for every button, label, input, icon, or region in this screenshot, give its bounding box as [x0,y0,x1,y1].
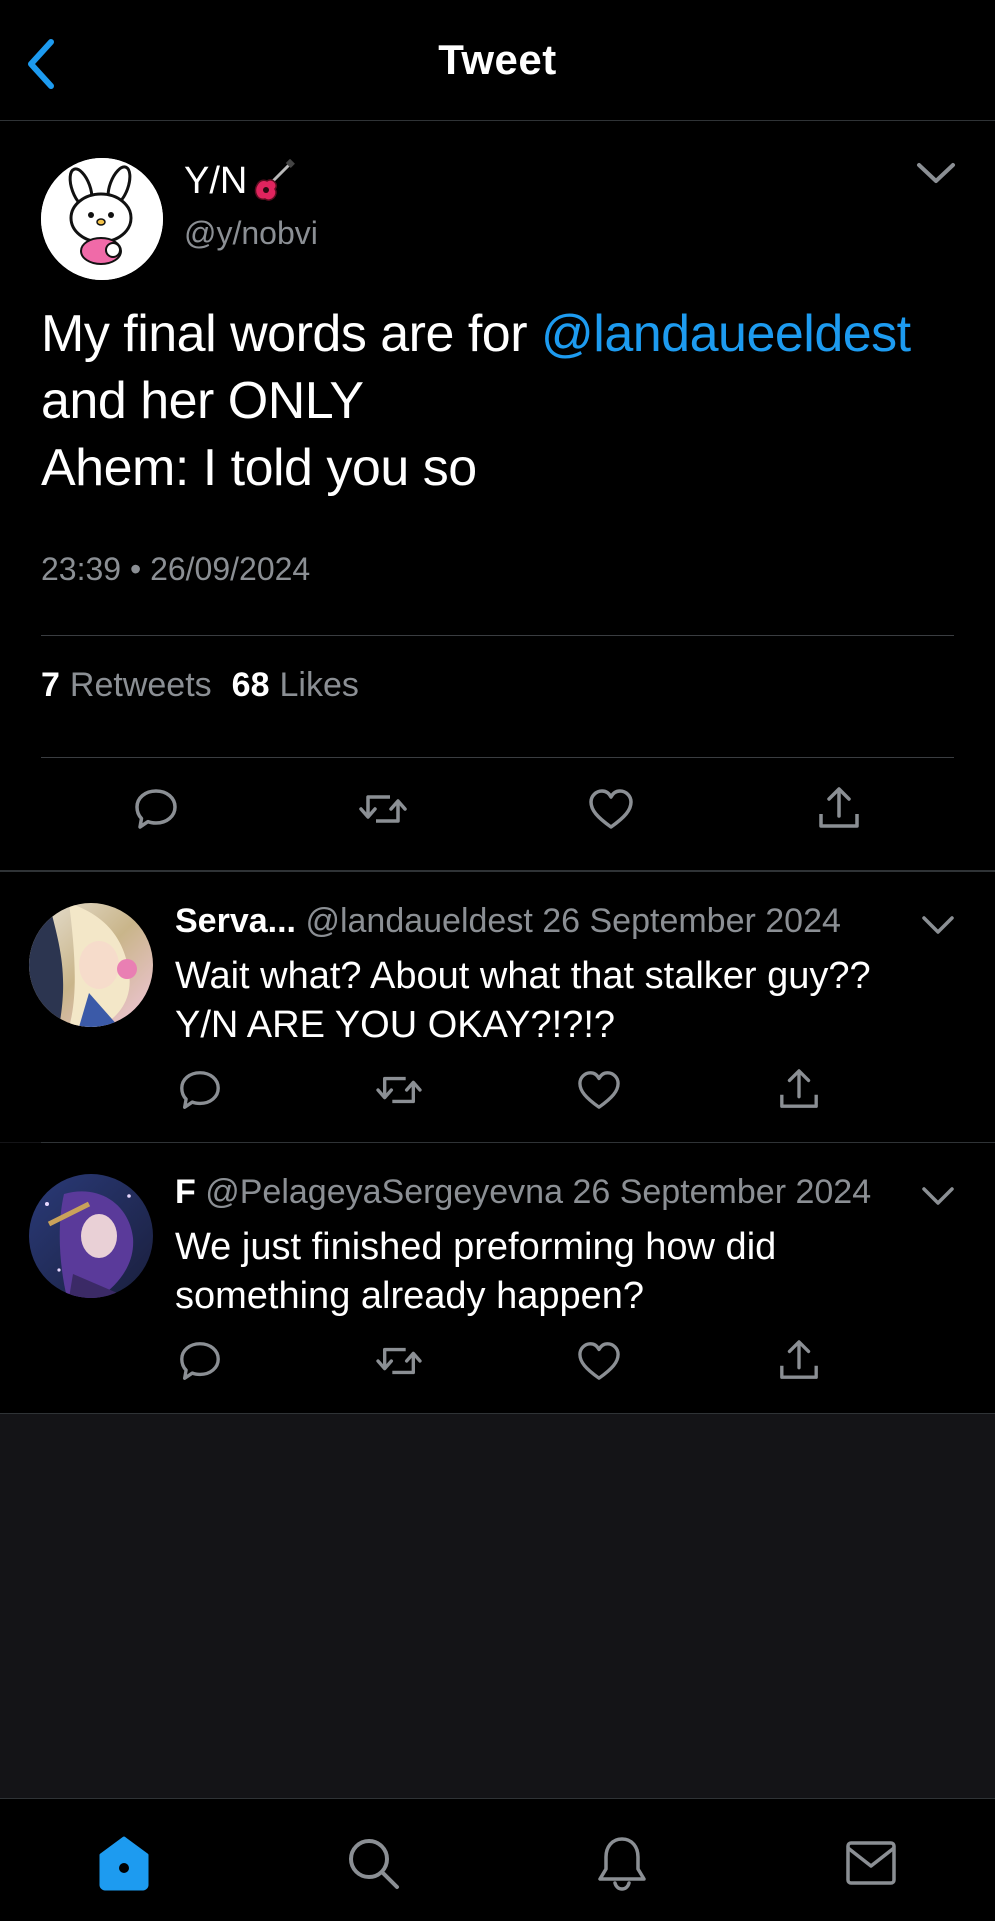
reply-meta: Serva... @landaueldest 26 September 2024 [175,902,965,941]
more-options-button[interactable] [912,153,960,193]
bell-icon [598,1837,646,1891]
reply-author-handle[interactable]: @landaueldest [305,902,532,940]
chevron-down-icon [917,163,955,183]
share-button[interactable] [773,1335,825,1387]
divider [41,757,954,758]
retweet-button[interactable] [373,1064,425,1116]
like-button[interactable] [573,1335,625,1387]
tweet-action-bar [0,771,995,841]
share-button[interactable] [773,1064,825,1116]
share-button[interactable] [811,781,867,837]
retweet-icon [376,1347,422,1375]
retweet-icon [376,1076,422,1104]
reply-text: We just finished preforming how did some… [175,1223,965,1321]
main-tweet: Y/N @y/nobvi My final words are for @lan… [0,121,995,872]
tweet-stats: 7 Retweets 68 Likes [41,666,359,705]
reply-meta: F @PelageyaSergeyevna 26 September 2024 [175,1173,965,1212]
author-handle[interactable]: @y/nobvi [184,215,318,252]
retweet-button[interactable] [355,781,411,837]
nav-messages[interactable] [841,1833,901,1893]
reply-button[interactable] [174,1335,226,1387]
nav-notifications[interactable] [592,1833,652,1893]
avatar-image [29,1174,153,1298]
guitar-emoji-icon [255,159,296,201]
retweets-stat[interactable]: 7 Retweets [41,666,212,705]
reply-text-line-2: Y/N ARE YOU OKAY?!?!? [175,1004,616,1046]
reply-text-line-1: Wait what? About what that stalker guy?? [175,955,871,997]
tweet-text-line-3: Ahem: I told you so [41,439,477,497]
author-name[interactable]: Y/N [184,159,296,203]
reply-author-handle[interactable]: @PelageyaSergeyevna [205,1173,563,1211]
retweets-count: 7 [41,666,60,704]
page-title: Tweet [438,36,557,83]
heart-icon [578,1342,620,1380]
tweet-text-line-2: and her ONLY [41,372,364,430]
reply-text: Wait what? About what that stalker guy??… [175,952,965,1050]
retweet-icon [359,795,407,823]
speech-bubble-icon [180,1071,220,1109]
reply-date: 26 September 2024 [542,902,841,940]
share-icon [819,787,859,828]
search-icon [349,1839,399,1889]
home-icon [99,1836,149,1891]
bottom-nav [0,1798,995,1921]
reply-author-name[interactable]: Serva... [175,902,296,940]
reply-date: 26 September 2024 [572,1173,872,1211]
more-options-button[interactable] [917,907,959,943]
share-icon [780,1340,818,1379]
divider [41,635,954,636]
nav-home[interactable] [94,1833,154,1893]
chevron-down-icon [922,916,954,934]
avatar-image [41,158,163,280]
avatar[interactable] [41,158,163,280]
likes-stat[interactable]: 68 Likes [232,666,359,705]
likes-count: 68 [231,666,270,704]
tweet-text: My final words are for @landaueeldest an… [41,301,961,502]
heart-icon [578,1071,620,1109]
share-icon [780,1069,818,1108]
speech-bubble-icon [180,1342,220,1380]
heart-icon [589,789,633,829]
mention-link[interactable]: @landaueeldest [541,305,911,363]
reply-text-line-1: We just finished preforming how did [175,1226,777,1268]
tweet-text-line-1: My final words are for @landaueeldest [41,301,961,368]
reply-author-name[interactable]: F [175,1173,196,1211]
like-button[interactable] [583,781,639,837]
chevron-down-icon [922,1187,954,1205]
like-button[interactable] [573,1064,625,1116]
tweet-timestamp: 23:39 • 26/09/2024 [41,551,311,587]
reply-text-line-2: something already happen? [175,1275,645,1317]
tweet-text-prefix: My final words are for [41,305,541,363]
reply-action-bar [0,1064,995,1124]
avatar-image [29,903,153,1027]
avatar[interactable] [29,903,153,1027]
more-options-button[interactable] [917,1178,959,1214]
reply-tweet[interactable]: F @PelageyaSergeyevna 26 September 2024 … [0,1143,995,1414]
tweet-detail-screen: Tweet Y/N @y/nobvi My final words are fo… [0,0,995,1921]
retweets-label: Retweets [69,666,212,704]
top-bar: Tweet [0,0,995,121]
reply-button[interactable] [174,1064,226,1116]
speech-bubble-icon [135,789,177,829]
reply-action-bar [0,1335,995,1395]
mail-icon [846,1841,896,1885]
avatar[interactable] [29,1174,153,1298]
retweet-button[interactable] [373,1335,425,1387]
reply-button[interactable] [128,781,184,837]
likes-label: Likes [279,666,359,704]
nav-search[interactable] [343,1833,403,1893]
author-name-text: Y/N [184,159,248,202]
reply-tweet[interactable]: Serva... @landaueldest 26 September 2024… [0,872,995,1142]
